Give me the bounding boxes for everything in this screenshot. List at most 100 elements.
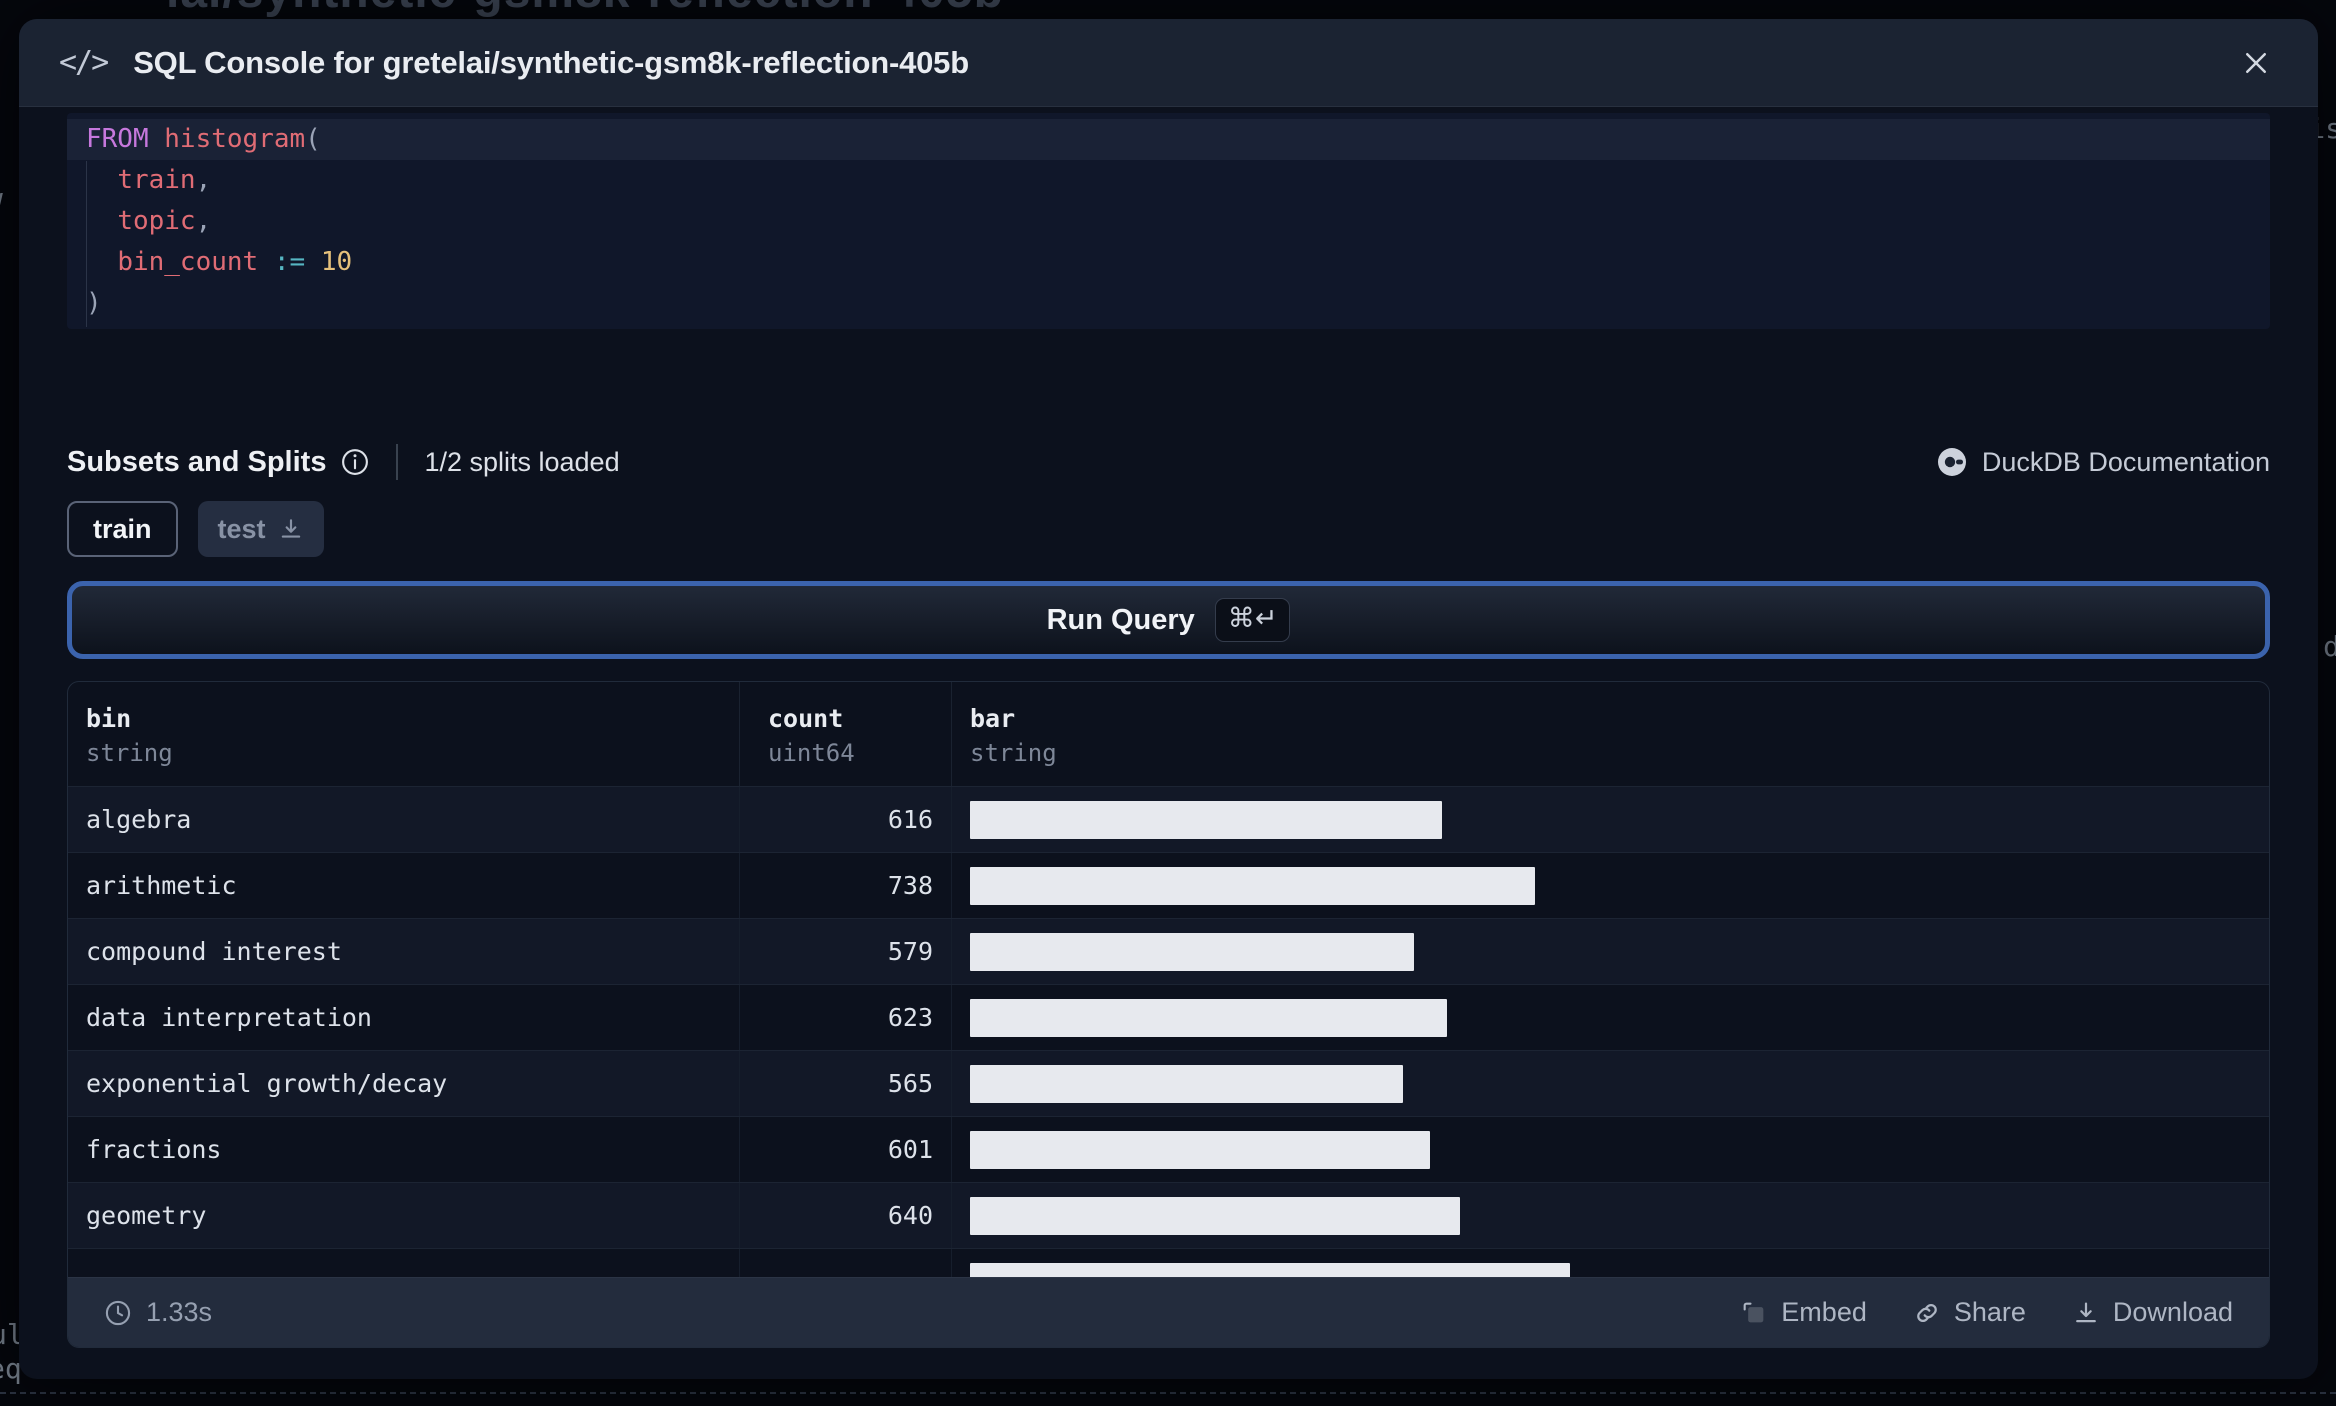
- results-footer: 1.33s Embed Share Download: [68, 1277, 2269, 1347]
- code-line: topic,: [67, 201, 2270, 242]
- split-button-train[interactable]: train: [67, 501, 178, 557]
- bin-cell: geometry: [68, 1183, 740, 1248]
- column-header-bar[interactable]: bar string: [952, 682, 2269, 786]
- code-token: topic: [117, 206, 196, 236]
- modal-title: SQL Console for gretelai/synthetic-gsm8k…: [133, 44, 969, 80]
- code-token: histogram: [164, 124, 306, 154]
- embed-button[interactable]: Embed: [1740, 1297, 1867, 1328]
- duckdb-documentation-link[interactable]: DuckDB Documentation: [1936, 446, 2270, 478]
- histogram-bar: [970, 1064, 1403, 1103]
- bin-cell: data interpretation: [68, 985, 740, 1050]
- column-header-bin[interactable]: bin string: [68, 682, 740, 786]
- histogram-bar: [970, 1196, 1460, 1235]
- bar-cell: [952, 853, 2269, 918]
- code-token: ,: [195, 165, 212, 195]
- count-cell: 623: [740, 985, 952, 1050]
- bin-cell: fractions: [68, 1117, 740, 1182]
- query-duration: 1.33s: [104, 1297, 212, 1328]
- return-icon: ↵: [1254, 603, 1278, 634]
- table-row[interactable]: algebra 616: [68, 786, 2269, 852]
- close-icon: [2241, 48, 2271, 78]
- split-button-test[interactable]: test: [197, 501, 324, 557]
- table-row[interactable]: exponential growth/decay 565: [68, 1050, 2269, 1116]
- sql-editor[interactable]: FROM histogram( train, topic, bin_count …: [67, 113, 2270, 329]
- query-duration-value: 1.33s: [146, 1297, 213, 1327]
- download-button[interactable]: Download: [2072, 1297, 2233, 1328]
- modal-header: </> SQL Console for gretelai/synthetic-g…: [19, 19, 2318, 107]
- splits-loaded-status: 1/2 splits loaded: [424, 446, 620, 477]
- split-train-label: train: [93, 513, 152, 544]
- bar-cell: [952, 1051, 2269, 1116]
- table-row[interactable]: fractions 601: [68, 1116, 2269, 1182]
- count-cell: 738: [740, 853, 952, 918]
- command-icon: ⌘: [1227, 603, 1255, 634]
- code-token: ): [86, 288, 102, 318]
- count-cell: 601: [740, 1117, 952, 1182]
- page-bottom-divider: [0, 1392, 2336, 1394]
- splits-row: train test: [67, 501, 324, 557]
- share-label: Share: [1953, 1297, 2026, 1327]
- close-button[interactable]: [2234, 41, 2278, 85]
- bar-cell: [952, 919, 2269, 984]
- results-table: bin string count uint64 bar string algeb…: [67, 681, 2270, 1348]
- table-row[interactable]: data interpretation 623: [68, 984, 2269, 1050]
- clock-icon: [104, 1299, 132, 1327]
- bar-cell: [952, 1183, 2269, 1248]
- download-icon: [2072, 1299, 2100, 1327]
- count-cell: 616: [740, 787, 952, 852]
- histogram-bar: [970, 932, 1414, 971]
- bin-cell: exponential growth/decay: [68, 1051, 740, 1116]
- bar-cell: [952, 1117, 2269, 1182]
- code-token: ,: [195, 206, 212, 236]
- background-text-fragment: w: [0, 182, 3, 215]
- histogram-bar: [970, 800, 1442, 839]
- table-row[interactable]: arithmetic 738: [68, 852, 2269, 918]
- share-button[interactable]: Share: [1913, 1297, 2026, 1328]
- table-body: algebra 616 arithmetic 738 compound interest…: [68, 786, 2269, 1314]
- bar-cell: [952, 787, 2269, 852]
- sql-console-modal: </> SQL Console for gretelai/synthetic-g…: [19, 19, 2318, 1379]
- table-row[interactable]: geometry 640: [68, 1182, 2269, 1248]
- background-page-title: lai/synthetic-gsm8k-reflection-405b: [166, 0, 1004, 19]
- download-split-icon: [278, 516, 304, 542]
- footer-actions: Embed Share Download: [1740, 1297, 2233, 1328]
- background-text-fragment: d: [2323, 630, 2336, 663]
- code-token: :=: [273, 247, 306, 277]
- code-line: bin_count := 10: [67, 242, 2270, 283]
- embed-label: Embed: [1781, 1297, 1867, 1327]
- code-line: ): [67, 283, 2270, 324]
- download-label: Download: [2112, 1297, 2233, 1327]
- subsets-and-splits-row: Subsets and Splits 1/2 splits loaded Duc…: [67, 437, 2270, 487]
- table-row[interactable]: compound interest 579: [68, 918, 2269, 984]
- embed-icon: [1740, 1299, 1768, 1327]
- bin-cell: algebra: [68, 787, 740, 852]
- code-line: train,: [67, 160, 2270, 201]
- histogram-bar: [970, 1130, 1430, 1169]
- duckdb-documentation-label: DuckDB Documentation: [1981, 446, 2270, 477]
- histogram-bar: [970, 866, 1535, 905]
- indent-guide: [86, 161, 87, 327]
- bin-cell: arithmetic: [68, 853, 740, 918]
- column-header-count[interactable]: count uint64: [740, 682, 952, 786]
- code-icon: </>: [59, 45, 109, 80]
- duckdb-logo-icon: [1936, 446, 1968, 478]
- count-cell: 565: [740, 1051, 952, 1116]
- histogram-bar: [970, 998, 1447, 1037]
- count-cell: 640: [740, 1183, 952, 1248]
- split-test-label: test: [217, 513, 266, 544]
- run-query-button[interactable]: Run Query ⌘↵: [67, 581, 2270, 659]
- subsets-label: Subsets and Splits: [67, 445, 327, 478]
- run-query-label: Run Query: [1046, 603, 1195, 636]
- code-token: (: [305, 124, 321, 154]
- info-icon[interactable]: [340, 447, 370, 477]
- cmd-enter-shortcut: ⌘↵: [1214, 598, 1291, 642]
- divider: [396, 444, 399, 480]
- bin-cell: compound interest: [68, 919, 740, 984]
- code-token: 10: [320, 247, 353, 277]
